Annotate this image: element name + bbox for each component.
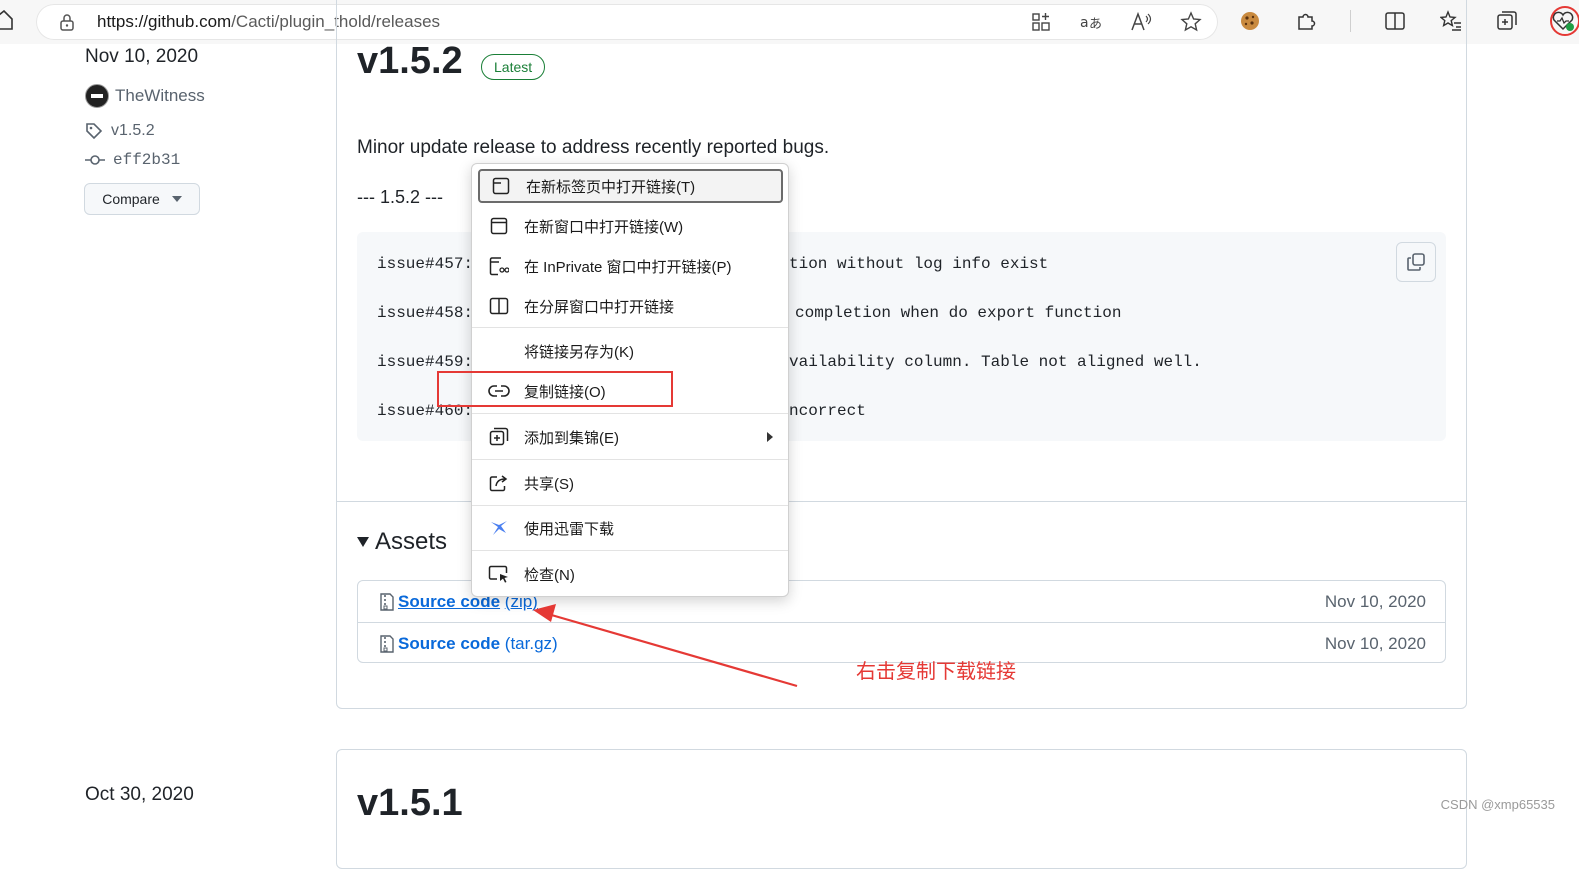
menu-share[interactable]: 共享(S): [478, 466, 783, 500]
chevron-down-icon: [171, 196, 182, 202]
menu-thunder-download[interactable]: 使用迅雷下载: [478, 511, 783, 545]
menu-add-to-collections[interactable]: 添加到集锦(E): [478, 420, 783, 454]
menu-label: 检查(N): [524, 566, 575, 584]
code-issue-458: issue#458:: [377, 304, 474, 322]
copy-icon: [1407, 253, 1425, 271]
menu-label: 在新窗口中打开链接(W): [524, 218, 684, 236]
version-line: --- 1.5.2 ---: [357, 187, 444, 207]
triangle-down-icon: [357, 537, 369, 547]
release-description: Minor update release to address recently…: [357, 137, 830, 158]
commit-icon: [85, 155, 105, 165]
asset-name-targz[interactable]: Source code: [398, 634, 500, 653]
release-commit[interactable]: eff2b31: [85, 151, 180, 169]
menu-label: 在分屏窗口中打开链接: [524, 298, 675, 316]
release-tag[interactable]: v1.5.2: [85, 122, 155, 140]
chevron-right-icon: [767, 432, 773, 442]
menu-label: 使用迅雷下载: [524, 520, 615, 538]
code-issue-459: issue#459:: [377, 353, 474, 371]
menu-separator: [472, 505, 788, 506]
menu-label: 在 InPrivate 窗口中打开链接(P): [524, 258, 732, 276]
menu-open-new-tab[interactable]: 在新标签页中打开链接(T): [478, 169, 783, 203]
code-text-459: vailability column. Table not aligned we…: [789, 353, 1202, 371]
next-release-title[interactable]: v1.5.1: [357, 782, 463, 825]
commit-sha[interactable]: eff2b31: [113, 151, 180, 169]
next-release-card: [336, 749, 1467, 869]
zip-file-icon: [380, 634, 394, 653]
tag-icon: [86, 123, 103, 140]
new-tab-icon: [490, 175, 512, 197]
asset-ext-targz[interactable]: (tar.gz): [505, 634, 558, 653]
author-name[interactable]: TheWitness: [115, 86, 205, 106]
thunder-icon: [488, 517, 510, 539]
tag-label[interactable]: v1.5.2: [111, 122, 155, 140]
menu-save-link-as[interactable]: 将链接另存为(K): [478, 334, 783, 368]
compare-label: Compare: [102, 191, 160, 207]
menu-open-new-window[interactable]: 在新窗口中打开链接(W): [478, 209, 783, 243]
zip-file-icon: [380, 592, 394, 611]
menu-separator: [472, 459, 788, 460]
assets-toggle[interactable]: Assets: [357, 528, 447, 556]
assets-heading: Assets: [375, 528, 448, 555]
avatar[interactable]: [85, 84, 109, 108]
code-text-458: completion when do export function: [795, 304, 1122, 322]
code-text-457: tion without log info exist: [789, 255, 1049, 273]
profile-button[interactable]: [1550, 6, 1579, 36]
menu-label: 共享(S): [524, 475, 574, 493]
latest-badge: Latest: [481, 54, 546, 80]
release-date: Nov 10, 2020: [85, 46, 199, 67]
release-title[interactable]: v1.5.2: [357, 40, 463, 83]
menu-label: 在新标签页中打开链接(T): [526, 178, 696, 196]
collections-icon: [488, 426, 510, 448]
menu-label: 将链接另存为(K): [524, 343, 634, 361]
code-issue-457: issue#457:: [377, 255, 474, 273]
annotation-highlight-box: [437, 371, 673, 407]
menu-open-inprivate[interactable]: 在 InPrivate 窗口中打开链接(P): [478, 249, 783, 283]
release-author[interactable]: TheWitness: [85, 84, 205, 108]
watermark: CSDN @xmp65535: [1440, 797, 1555, 812]
lock-icon[interactable]: [58, 13, 76, 31]
next-release-date: Oct 30, 2020: [85, 784, 194, 805]
inprivate-icon: [488, 255, 510, 277]
share-icon: [488, 472, 510, 494]
menu-open-split-screen[interactable]: 在分屏窗口中打开链接: [478, 289, 783, 323]
split-screen-icon: [488, 295, 510, 317]
menu-label: 添加到集锦(E): [524, 429, 619, 447]
asset-date-targz: Nov 10, 2020: [1324, 633, 1426, 653]
collections-icon[interactable]: [1495, 9, 1519, 33]
home-icon[interactable]: [0, 10, 14, 30]
annotation-text: 右击复制下载链接: [856, 661, 1016, 683]
menu-separator: [472, 550, 788, 551]
copy-code-button[interactable]: [1396, 242, 1436, 282]
compare-button[interactable]: Compare: [84, 183, 200, 215]
menu-inspect[interactable]: 检查(N): [478, 557, 783, 591]
inspect-icon: [488, 563, 510, 585]
menu-separator: [472, 413, 788, 414]
url-domain: https://github.com: [97, 12, 232, 31]
asset-link-targz[interactable]: Source code (tar.gz): [398, 634, 558, 654]
code-text-460: ncorrect: [789, 402, 866, 420]
asset-date-zip: Nov 10, 2020: [1324, 591, 1426, 611]
menu-separator: [472, 327, 788, 328]
new-window-icon: [488, 215, 510, 237]
